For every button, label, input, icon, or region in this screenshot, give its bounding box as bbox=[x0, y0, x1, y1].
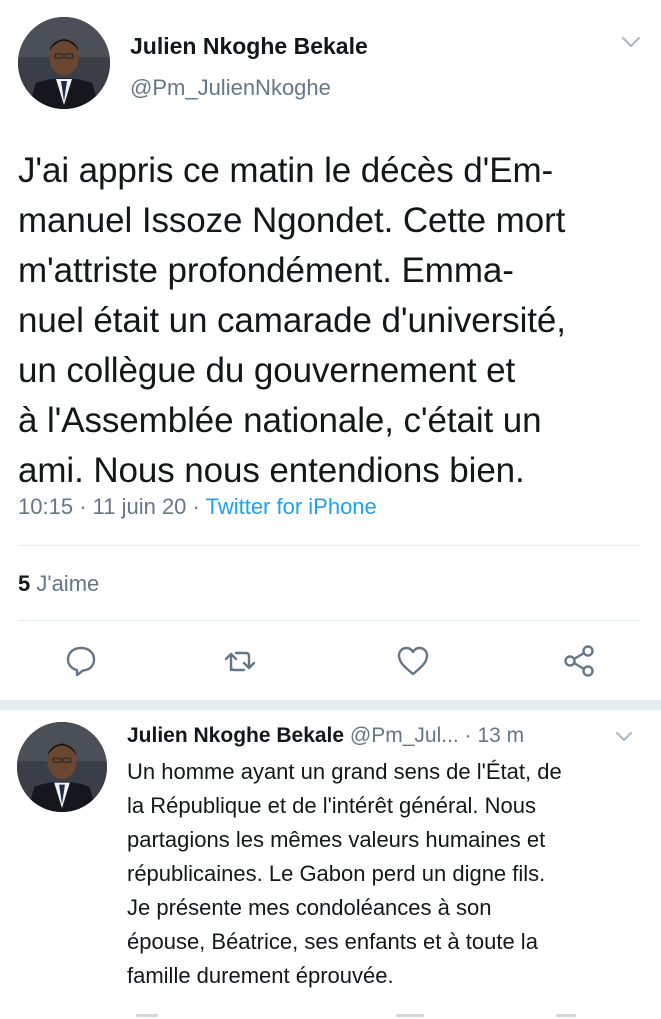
reply-text-line: Un homme ayant un grand sens de l'État, … bbox=[127, 759, 562, 784]
avatar[interactable] bbox=[18, 17, 110, 109]
like-icon[interactable] bbox=[395, 643, 431, 679]
reply-text-line: épouse, Béatrice, ses enfants et à toute… bbox=[127, 929, 538, 954]
reply-action-peek bbox=[136, 1014, 158, 1017]
likes-summary[interactable]: 5 J'aime bbox=[18, 571, 99, 597]
reply-time: 13 m bbox=[477, 724, 525, 747]
tweet-text-line: un collègue du gouvernement et bbox=[18, 351, 516, 390]
tweet-text-line: ami. Nous nous entendions bien. bbox=[18, 451, 525, 490]
reply-text-line: républicaines. Le Gabon perd un digne fi… bbox=[127, 861, 546, 886]
avatar-photo bbox=[17, 722, 107, 812]
likes-count: 5 bbox=[18, 571, 31, 596]
reply-action-peek bbox=[396, 1014, 424, 1017]
reply-text: Un homme ayant un grand sens de l'État, … bbox=[127, 755, 651, 993]
tweet-text: J'ai appris ce matin le décès d'Em- manu… bbox=[18, 146, 648, 496]
tweet-source-link[interactable]: Twitter for iPhone bbox=[206, 494, 377, 519]
author-handle[interactable]: @Pm_JulienNkoghe bbox=[130, 75, 331, 101]
meta-separator: · bbox=[79, 494, 87, 519]
author-name[interactable]: Julien Nkoghe Bekale bbox=[130, 33, 368, 60]
reply-header: Julien Nkoghe Bekale @Pm_Jul... · 13 m bbox=[127, 724, 524, 748]
divider bbox=[18, 545, 641, 546]
share-icon[interactable] bbox=[561, 643, 597, 679]
tweet-date: 11 juin 20 bbox=[92, 494, 187, 519]
reply-icon[interactable] bbox=[63, 643, 99, 679]
tweet-text-line: nuel était un camarade d'université, bbox=[18, 301, 566, 340]
tweet-text-line: J'ai appris ce matin le décès d'Em- bbox=[18, 151, 554, 190]
avatar[interactable] bbox=[17, 722, 107, 812]
divider bbox=[18, 620, 641, 621]
reply-action-peek bbox=[556, 1014, 576, 1017]
likes-label: J'aime bbox=[36, 571, 100, 596]
tweet-time: 10:15 bbox=[18, 494, 74, 519]
reply-text-line: la République et de l'intérêt général. N… bbox=[127, 793, 537, 818]
avatar-photo bbox=[18, 17, 110, 109]
reply-text-line: Je présente mes condoléances à son bbox=[127, 895, 492, 920]
chevron-down-icon[interactable] bbox=[614, 730, 634, 744]
reply-author-name[interactable]: Julien Nkoghe Bekale bbox=[127, 724, 344, 747]
reply-author-handle[interactable]: @Pm_Jul... bbox=[350, 724, 459, 747]
tweet-text-line: manuel Issoze Ngondet. Cette mort bbox=[18, 201, 566, 240]
section-separator bbox=[0, 700, 661, 710]
tweet-text-line: m'attriste profondément. Emma- bbox=[18, 251, 514, 290]
reply-text-line: partagions les mêmes valeurs humaines et bbox=[127, 827, 546, 852]
meta-separator: · bbox=[192, 494, 200, 519]
retweet-icon[interactable] bbox=[222, 643, 258, 679]
tweet-text-line: à l'Assemblée nationale, c'était un bbox=[18, 401, 542, 440]
reply-text-line: famille durement éprouvée. bbox=[127, 963, 394, 988]
meta-separator: · bbox=[464, 724, 472, 747]
tweet-detail-screen: Julien Nkoghe Bekale @Pm_JulienNkoghe J'… bbox=[0, 0, 661, 1019]
main-tweet-header: Julien Nkoghe Bekale @Pm_JulienNkoghe bbox=[0, 0, 661, 125]
tweet-meta: 10:15 · 11 juin 20 · Twitter for iPhone bbox=[18, 494, 377, 520]
chevron-down-icon[interactable] bbox=[620, 34, 642, 50]
